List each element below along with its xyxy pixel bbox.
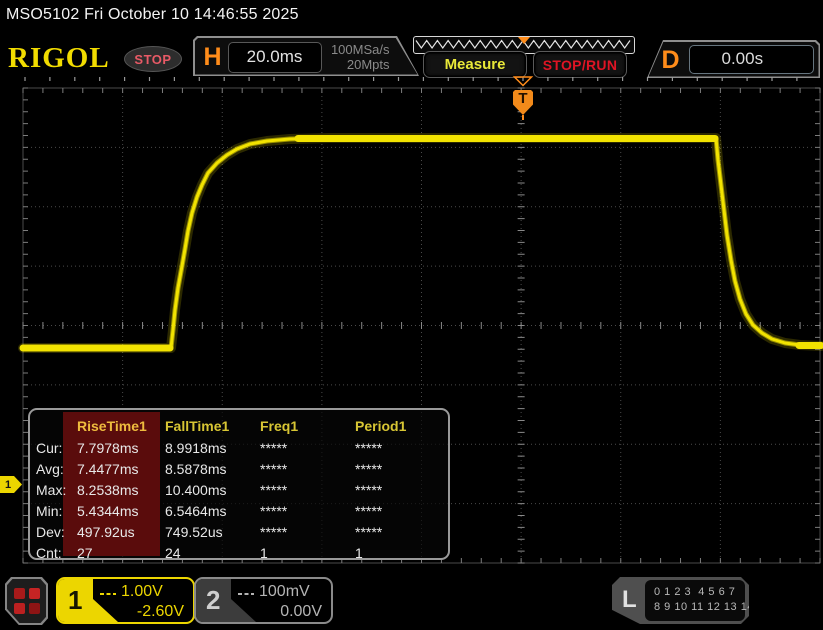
oscilloscope-screen: MSO5102 Fri October 10 14:46:55 2025 RIG… — [0, 0, 823, 630]
logic-label: L — [622, 586, 637, 614]
measurement-row-label: Max: — [36, 482, 77, 498]
measurement-grid: RiseTime1FallTime1Freq1Period1 Cur:7.7978… — [30, 410, 448, 560]
measurement-value: ***** — [260, 461, 355, 477]
measurement-value: 10.400ms — [165, 482, 260, 498]
measurement-value: ***** — [355, 482, 448, 498]
measurement-value: 24 — [165, 545, 260, 561]
measurement-column-header: FallTime1 — [165, 418, 260, 434]
menu-square-icon — [29, 588, 40, 599]
channel2-widget[interactable]: 2 100mV 0.00V — [194, 577, 333, 624]
digital-channel-numbers-row2: 8 9 10 11 12 13 14 15 — [654, 600, 745, 615]
dc-coupling-icon — [238, 590, 254, 595]
measurement-value: 1 — [355, 545, 448, 561]
measurement-row: Cnt:272411 — [36, 542, 448, 560]
measurement-value: ***** — [260, 482, 355, 498]
measurement-value: ***** — [260, 503, 355, 519]
channel1-offset: -2.60V — [100, 602, 184, 622]
measurement-value: 8.9918ms — [165, 440, 260, 456]
channel2-number: 2 — [206, 585, 220, 616]
measurement-value: 1 — [260, 545, 355, 561]
measurement-value: ***** — [355, 461, 448, 477]
channel2-scale: 100mV — [259, 583, 310, 601]
measurement-value: 8.2538ms — [77, 482, 165, 498]
measurement-column-header: Freq1 — [260, 418, 355, 434]
measurement-row-label: Cnt: — [36, 545, 77, 561]
measurement-value: 6.5464ms — [165, 503, 260, 519]
quick-menu-icon — [7, 579, 46, 623]
measurement-row-label: Dev: — [36, 524, 77, 540]
measurement-value: 5.4344ms — [77, 503, 165, 519]
measurement-row-label: Avg: — [36, 461, 77, 477]
measurement-value: ***** — [355, 440, 448, 456]
measurement-column-header: Period1 — [355, 418, 448, 434]
measurement-row: Avg:7.4477ms8.5878ms********** — [36, 458, 448, 479]
measurement-value: 27 — [77, 545, 165, 561]
measurement-value: 749.52us — [165, 524, 260, 540]
measurement-value: 7.4477ms — [77, 461, 165, 477]
measurement-value: 7.7978ms — [77, 440, 165, 456]
menu-square-icon — [14, 603, 25, 614]
trigger-letter: T — [518, 90, 527, 115]
measurement-value: 8.5878ms — [165, 461, 260, 477]
measurement-row-label: Cur: — [36, 440, 77, 456]
measurement-value: 497.92us — [77, 524, 165, 540]
menu-square-icon — [14, 588, 25, 599]
channel1-marker-number: 1 — [5, 479, 11, 491]
measurement-row: Cur:7.7978ms8.9918ms********** — [36, 437, 448, 458]
channel2-offset: 0.00V — [238, 602, 322, 622]
measurement-column-header: RiseTime1 — [77, 418, 165, 434]
measurement-value: ***** — [260, 524, 355, 540]
channel1-number: 1 — [68, 585, 82, 616]
measurement-value: ***** — [260, 440, 355, 456]
dc-coupling-icon — [100, 590, 116, 595]
measurement-row: Max:8.2538ms10.400ms********** — [36, 479, 448, 500]
measurement-value: ***** — [355, 503, 448, 519]
digital-channels-panel: 0 1 2 3 4 5 6 7 8 9 10 11 12 13 14 15 — [645, 580, 745, 621]
digital-channel-numbers-row1: 0 1 2 3 4 5 6 7 — [654, 585, 745, 600]
measurement-row-label: Min: — [36, 503, 77, 519]
measurement-value: ***** — [355, 524, 448, 540]
measurement-table[interactable]: RiseTime1FallTime1Freq1Period1 Cur:7.7978… — [28, 408, 450, 560]
measurement-row: Dev:497.92us749.52us********** — [36, 521, 448, 542]
measurement-row: Min:5.4344ms6.5464ms********** — [36, 500, 448, 521]
channel1-scale: 1.00V — [121, 583, 163, 601]
menu-square-icon — [29, 603, 40, 614]
digital-channels-widget[interactable]: L 0 1 2 3 4 5 6 7 8 9 10 11 12 13 14 15 — [612, 577, 749, 624]
channel1-widget[interactable]: 1 1.00V -2.60V — [56, 577, 195, 624]
